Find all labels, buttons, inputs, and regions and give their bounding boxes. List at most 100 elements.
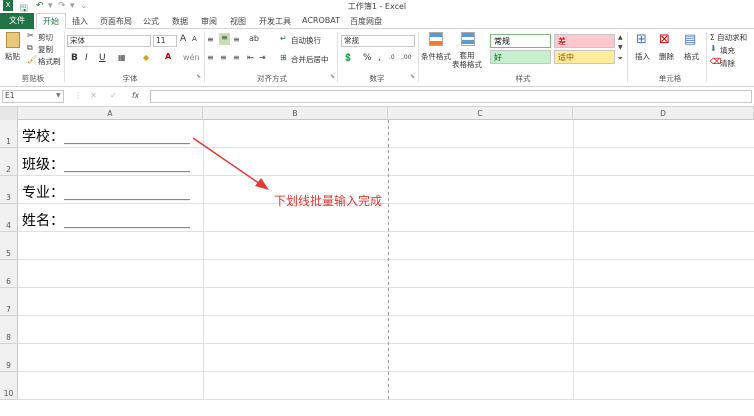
row-header[interactable]: 5 <box>0 232 18 260</box>
tab-acrobat[interactable]: ACROBAT <box>302 16 340 25</box>
style-good[interactable]: 好 <box>490 50 551 64</box>
column-header-d[interactable]: D <box>573 107 754 120</box>
cell-a3[interactable]: 专业：__________________ <box>22 182 190 202</box>
accounting-icon[interactable]: 💲 <box>343 53 353 62</box>
formula-input[interactable] <box>150 90 752 103</box>
title-bar: X 🖫 ↶ ▾ ↷ ▾ ⌄ 工作簿1 - Excel <box>0 0 754 14</box>
font-name-select[interactable]: 宋体 <box>67 35 151 47</box>
insert-function-button[interactable]: fx <box>132 91 139 100</box>
format-as-table-button[interactable]: 套用 表格格式 <box>452 51 482 69</box>
insert-cells-button[interactable]: 插入 <box>635 51 650 62</box>
paste-button[interactable]: 粘贴 <box>5 51 20 62</box>
tab-review[interactable]: 审阅 <box>201 16 217 27</box>
align-middle-icon[interactable]: ≡ <box>219 33 230 45</box>
cell-a1[interactable]: 学校：__________________ <box>22 126 190 146</box>
merge-center-icon: ⊞ <box>280 53 287 62</box>
insert-cells-icon[interactable]: ⊞ <box>636 32 647 47</box>
tab-page-layout[interactable]: 页面布局 <box>100 16 132 27</box>
tab-home[interactable]: 开始 <box>36 13 66 29</box>
row-header[interactable]: 8 <box>0 316 18 344</box>
font-size-select[interactable]: 11 <box>153 35 177 47</box>
wrap-text-button[interactable]: 自动换行 <box>291 35 321 46</box>
align-top-icon[interactable]: ≡ <box>207 35 214 44</box>
table-row <box>18 288 754 316</box>
format-cells-button[interactable]: 格式 <box>684 51 699 62</box>
decrease-decimal-icon[interactable]: .00 <box>402 54 412 61</box>
tab-file[interactable]: 文件 <box>0 13 34 29</box>
align-right-icon[interactable]: ≡ <box>233 53 240 62</box>
increase-decimal-icon[interactable]: .0 <box>389 54 395 61</box>
row-header[interactable]: 9 <box>0 344 18 372</box>
paste-icon[interactable] <box>6 32 20 48</box>
wrap-text-icon: ↵ <box>280 34 287 43</box>
bold-button[interactable]: B <box>71 53 78 63</box>
cut-button[interactable]: 剪切 <box>38 32 53 43</box>
number-format-select[interactable]: 常规 <box>341 35 415 47</box>
tab-view[interactable]: 视图 <box>230 16 246 27</box>
row-header[interactable]: 10 <box>0 372 18 400</box>
row-header[interactable]: 1 <box>0 120 18 148</box>
tab-insert[interactable]: 插入 <box>72 16 88 27</box>
font-color-icon[interactable]: A <box>165 52 171 61</box>
enter-icon[interactable]: ✓ <box>110 91 117 100</box>
align-left-icon[interactable]: ≡ <box>207 53 214 62</box>
row-header[interactable]: 7 <box>0 288 18 316</box>
cell-a4[interactable]: 姓名：__________________ <box>22 210 190 230</box>
clear-button[interactable]: 清除 <box>720 58 735 69</box>
format-painter-button[interactable]: 格式刷 <box>38 56 61 67</box>
cell-a2[interactable]: 班级：__________________ <box>22 154 190 174</box>
format-cells-icon[interactable]: ▤ <box>684 32 696 47</box>
fill-button[interactable]: 填充 <box>720 45 735 56</box>
format-painter-icon: 🖌 <box>27 55 38 64</box>
underline-button[interactable]: U <box>99 53 106 63</box>
conditional-formatting-button[interactable]: 条件格式 <box>421 51 451 62</box>
number-dialog-launcher-icon[interactable]: ⬊ <box>410 73 415 80</box>
conditional-formatting-icon[interactable] <box>429 32 443 46</box>
style-neutral[interactable]: 适中 <box>554 50 615 64</box>
styles-group-label: 样式 <box>515 74 531 83</box>
styles-more-icon[interactable]: ⏷ <box>618 55 623 63</box>
style-bad[interactable]: 差 <box>554 34 615 48</box>
decrease-indent-icon[interactable]: ⇤ <box>247 53 254 62</box>
increase-indent-icon[interactable]: ⇥ <box>259 53 266 62</box>
styles-scroll-down-icon[interactable]: ▼ <box>618 44 623 51</box>
alignment-dialog-launcher-icon[interactable]: ⬊ <box>330 73 335 80</box>
tab-developer[interactable]: 开发工具 <box>259 16 291 27</box>
italic-button[interactable]: I <box>85 53 88 63</box>
select-all-corner[interactable] <box>0 107 18 120</box>
align-center-icon[interactable]: ≡ <box>220 53 227 62</box>
font-dialog-launcher-icon[interactable]: ⬊ <box>196 73 201 80</box>
column-header-b[interactable]: B <box>203 107 388 120</box>
styles-scroll-up-icon[interactable]: ▲ <box>618 34 623 41</box>
delete-cells-button[interactable]: 删除 <box>659 51 674 62</box>
delete-cells-icon[interactable]: ⊠ <box>659 32 670 47</box>
border-icon[interactable]: ▦ <box>118 53 126 62</box>
column-header-c[interactable]: C <box>388 107 573 120</box>
table-row <box>18 232 754 260</box>
merge-center-button[interactable]: 合并后居中 <box>291 54 329 65</box>
row-header[interactable]: 3 <box>0 176 18 204</box>
orientation-icon[interactable]: ab <box>249 34 259 43</box>
copy-button[interactable]: 复制 <box>38 44 53 55</box>
autosum-button[interactable]: Σ 自动求和 <box>710 32 747 43</box>
tab-formulas[interactable]: 公式 <box>143 16 159 27</box>
fill-color-icon[interactable]: ◆ <box>143 53 149 62</box>
name-box-dropdown-icon[interactable]: ▼ <box>56 92 61 99</box>
cancel-icon[interactable]: ✕ <box>90 91 97 100</box>
percent-button[interactable]: % <box>363 53 372 63</box>
grow-font-button[interactable]: A <box>180 34 186 44</box>
column-header-a[interactable]: A <box>18 107 203 120</box>
name-box[interactable]: E1 <box>2 90 64 103</box>
comma-button[interactable]: , <box>378 53 381 63</box>
tab-baidu-netdisk[interactable]: 百度网盘 <box>350 16 382 27</box>
row-header[interactable]: 6 <box>0 260 18 288</box>
tab-data[interactable]: 数据 <box>172 16 188 27</box>
align-bottom-icon[interactable]: ≡ <box>233 35 240 44</box>
shrink-font-button[interactable]: A <box>192 35 197 43</box>
format-as-table-icon[interactable] <box>461 32 475 46</box>
row-header[interactable]: 2 <box>0 148 18 176</box>
style-normal[interactable]: 常规 <box>490 34 551 48</box>
font-group-label: 字体 <box>122 74 138 83</box>
phonetic-icon[interactable]: wén <box>183 53 200 62</box>
row-header[interactable]: 4 <box>0 204 18 232</box>
